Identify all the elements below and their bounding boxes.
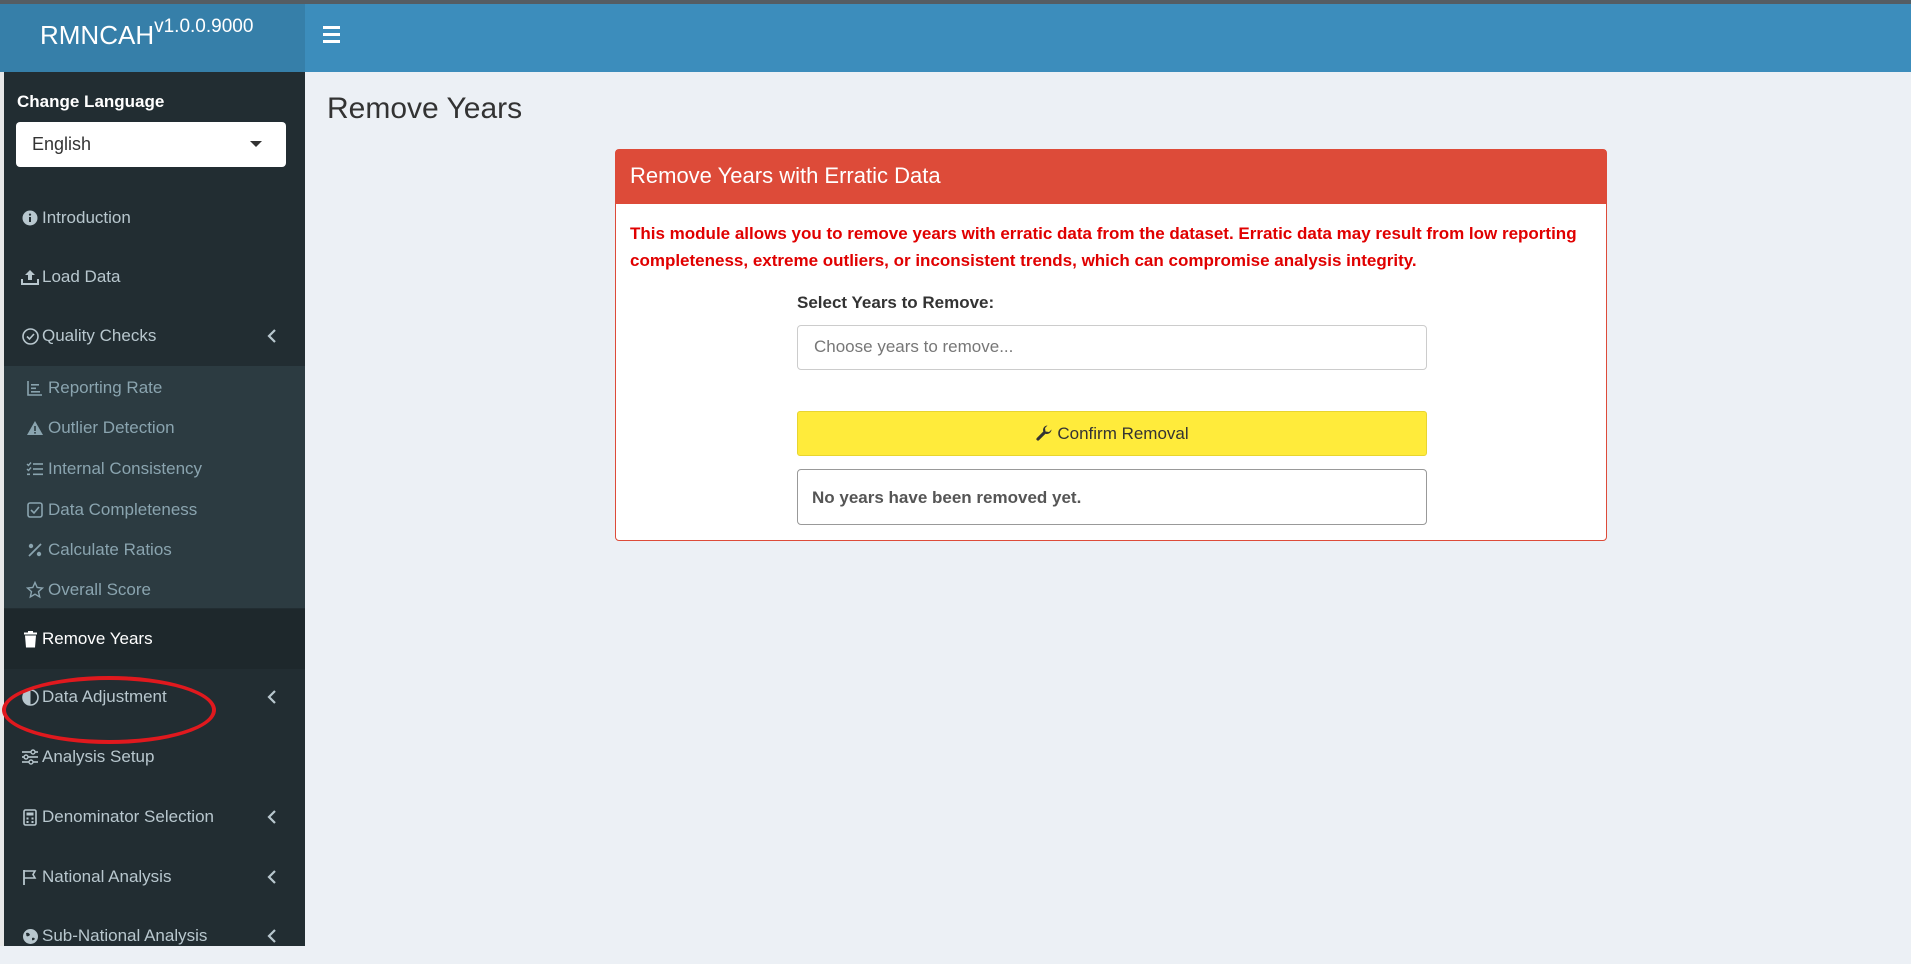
sidebar-item-load-data[interactable]: Load Data: [4, 249, 305, 305]
percent-icon: [24, 540, 46, 560]
chevron-left-icon: [267, 928, 277, 948]
language-label: Change Language: [17, 92, 165, 111]
sidebar-item-label: Denominator Selection: [42, 807, 214, 826]
sidebar-item-label: Analysis Setup: [42, 747, 155, 766]
chevron-left-icon: [267, 809, 277, 829]
submenu-item-label: Outlier Detection: [48, 418, 175, 437]
caret-down-icon: [250, 141, 262, 147]
chevron-left-icon: [267, 869, 277, 889]
calculator-icon: [20, 807, 40, 827]
sidebar-item-label: Remove Years: [42, 629, 153, 648]
warning-icon: [24, 418, 46, 438]
sidebar-item-analysis-setup[interactable]: Analysis Setup: [4, 729, 305, 785]
check-square-icon: [24, 500, 46, 520]
removal-status-message: No years have been removed yet.: [797, 469, 1427, 525]
box-title: Remove Years with Erratic Data: [616, 150, 1606, 204]
submenu-item-reporting-rate[interactable]: Reporting Rate: [4, 368, 305, 408]
sidebar: Change Language English Introduction Loa…: [0, 72, 305, 946]
select-years-label: Select Years to Remove:: [797, 293, 995, 312]
sidebar-item-label: Sub-National Analysis: [42, 926, 208, 945]
trash-icon: [20, 629, 40, 649]
sidebar-item-label: Load Data: [42, 267, 121, 286]
sidebar-item-data-adjustment[interactable]: Data Adjustment: [4, 669, 305, 725]
sidebar-item-label: National Analysis: [42, 867, 172, 886]
submenu-item-label: Overall Score: [48, 580, 151, 599]
submenu-item-label: Internal Consistency: [48, 459, 203, 478]
submenu-item-label: Data Completeness: [48, 500, 198, 519]
submenu-item-data-completeness[interactable]: Data Completeness: [4, 490, 305, 530]
sidebar-item-quality-checks[interactable]: Quality Checks: [4, 308, 305, 364]
half-circle-icon: [20, 687, 40, 707]
sidebar-item-national-analysis[interactable]: National Analysis: [4, 849, 305, 905]
submenu-item-label: Calculate Ratios: [48, 540, 172, 559]
sidebar-item-label: Introduction: [42, 208, 131, 227]
confirm-removal-button[interactable]: Confirm Removal: [797, 411, 1427, 456]
remove-years-box: Remove Years with Erratic Data This modu…: [615, 149, 1607, 541]
list-check-icon: [24, 459, 46, 479]
sidebar-item-sub-national-analysis[interactable]: Sub-National Analysis: [4, 908, 305, 964]
globe-icon: [20, 926, 40, 946]
chevron-left-icon: [267, 328, 277, 348]
top-navbar: [305, 4, 1911, 72]
years-select-input[interactable]: Choose years to remove...: [797, 325, 1427, 370]
brand-name: RMNCAH: [40, 20, 155, 50]
upload-icon: [20, 267, 40, 287]
sidebar-toggle-icon[interactable]: [323, 26, 343, 46]
sidebar-item-remove-years[interactable]: Remove Years: [4, 609, 305, 669]
sidebar-item-introduction[interactable]: Introduction: [4, 190, 305, 246]
sliders-icon: [20, 747, 40, 767]
brand-version: v1.0.0.9000: [154, 16, 254, 37]
submenu-item-label: Reporting Rate: [48, 378, 163, 397]
page-title: Remove Years: [327, 92, 523, 125]
years-select-placeholder: Choose years to remove...: [814, 337, 1014, 356]
sidebar-item-label: Quality Checks: [42, 326, 157, 345]
star-icon: [24, 580, 46, 600]
language-select-value: English: [32, 134, 92, 154]
chevron-left-icon: [267, 689, 277, 709]
module-description: This module allows you to remove years w…: [630, 224, 1577, 270]
chart-line-icon: [24, 378, 46, 398]
check-circle-icon: [20, 326, 40, 346]
submenu-item-overall-score[interactable]: Overall Score: [4, 570, 305, 610]
sidebar-item-label: Data Adjustment: [42, 687, 167, 706]
quality-checks-submenu: Reporting Rate Outlier Detection Interna…: [4, 366, 305, 608]
language-select[interactable]: English: [16, 122, 286, 167]
submenu-item-internal-consistency[interactable]: Internal Consistency: [4, 449, 305, 489]
sidebar-item-denominator-selection[interactable]: Denominator Selection: [4, 789, 305, 845]
flag-icon: [20, 867, 40, 887]
submenu-item-outlier-detection[interactable]: Outlier Detection: [4, 408, 305, 448]
info-circle-icon: [20, 208, 40, 228]
brand-logo[interactable]: RMNCAHv1.0.0.9000: [0, 4, 305, 72]
wrench-icon: [1035, 425, 1053, 443]
confirm-removal-label: Confirm Removal: [1057, 423, 1189, 443]
submenu-item-calculate-ratios[interactable]: Calculate Ratios: [4, 530, 305, 570]
